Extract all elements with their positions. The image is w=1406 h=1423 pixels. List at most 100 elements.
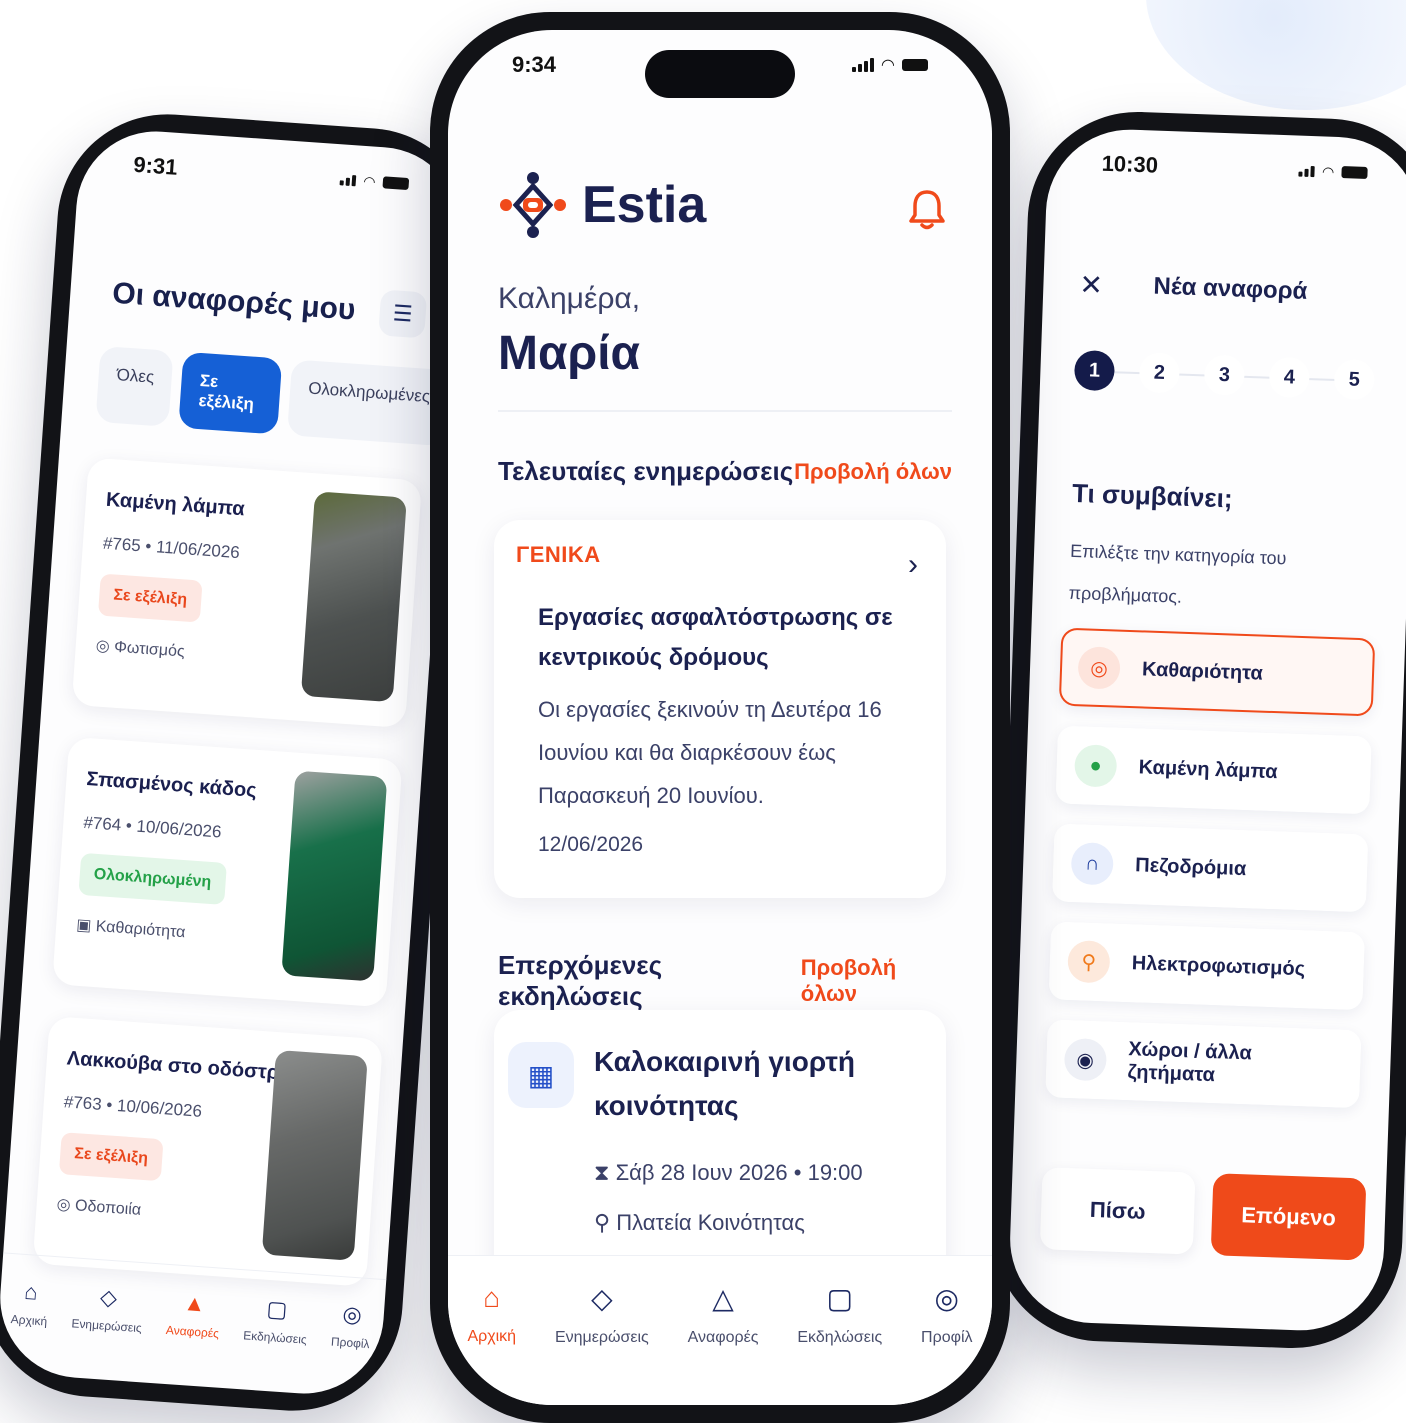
stepper: 1 2 3 4 5 — [1073, 349, 1375, 401]
nav-events[interactable]: ▢ Εκδηλώσεις — [243, 1294, 310, 1347]
wizard-buttons: Πίσω Επόμενο — [1039, 1167, 1367, 1261]
option-lighting[interactable]: ⚲ Ηλεκτροφωτισμός — [1048, 921, 1366, 1011]
nav-profile[interactable]: ◎ Προφίλ — [921, 1282, 972, 1347]
target-icon: ◎ — [1077, 646, 1121, 690]
news-date: 12/06/2026 — [538, 833, 644, 856]
divider — [498, 410, 952, 412]
event-place: ⚲ Πλατεία Κοινότητας — [594, 1210, 805, 1235]
status-time: 9:31 — [132, 151, 179, 180]
bell-icon[interactable] — [908, 188, 946, 239]
step-1: 1 — [1073, 349, 1116, 392]
event-title: Καλοκαιρινή γιορτή κοινότητας — [594, 1046, 855, 1121]
phone-new-report: 10:30 ◠ Νέα αναφορά ✕ 1 2 3 4 5 Τι συμβα… — [988, 108, 1406, 1352]
events-view-all-link[interactable]: Προβολή όλων — [801, 955, 952, 1007]
back-button[interactable]: Πίσω — [1039, 1167, 1196, 1255]
bulb-icon: ● — [1073, 744, 1118, 788]
status-badge: Σε εξέλιξη — [58, 1132, 164, 1182]
menu-icon[interactable]: ☰ — [378, 289, 428, 339]
wifi-icon: ◠ — [1322, 162, 1334, 180]
category-options: ◎ Καθαριότητα ● Καμένη λάμπα ∩ Πεζοδρόμι… — [1045, 627, 1376, 1109]
option-other[interactable]: ◉ Χώροι / άλλα ζητήματα — [1045, 1019, 1362, 1109]
filter-completed[interactable]: Ολοκληρωμένες — [287, 359, 450, 447]
event-time: ⧗ Σάβ 28 Ιουν 2026 • 19:00 — [594, 1160, 863, 1185]
report-card[interactable]: Σπασμένος κάδος #764 • 10/06/2026 Ολοκλη… — [52, 736, 403, 1008]
news-category: ΓΕΝΙΚΑ — [516, 542, 601, 567]
wifi-icon: ◠ — [363, 172, 376, 190]
status-badge: Ολοκληρωμένη — [78, 852, 227, 905]
sidewalk-icon: ∩ — [1070, 842, 1114, 886]
calendar-icon: ▦ — [508, 1042, 574, 1108]
updates-view-all-link[interactable]: Προβολή όλων — [794, 459, 952, 485]
report-photo — [300, 491, 407, 703]
next-button[interactable]: Επόμενο — [1210, 1173, 1367, 1261]
report-photo — [261, 1049, 368, 1261]
filter-in-progress[interactable]: Σε εξέλιξη — [178, 351, 283, 435]
nav-home[interactable]: ⌂ Αρχική — [467, 1282, 516, 1346]
background-decoration — [1146, 0, 1406, 110]
nav-profile[interactable]: ◎ Προφίλ — [331, 1301, 373, 1351]
option-sidewalks[interactable]: ∩ Πεζοδρόμια — [1051, 823, 1369, 913]
bottom-nav: ⌂ Αρχική ◇ Ενημερώσεις △ Αναφορές ▢ Εκδηλώσε… — [448, 1255, 992, 1405]
status-bar: 10:30 ◠ — [1047, 127, 1406, 210]
nav-home[interactable]: ⌂ Αρχική — [10, 1278, 50, 1329]
bottom-nav: ⌂ Αρχική ◇ Ενημερώσεις ▲ Αναφορές ▢ Εκδηλώσε… — [0, 1252, 387, 1399]
location-icon: ◎ — [95, 637, 115, 656]
question-heading: Τι συμβαίνει; — [1071, 477, 1234, 514]
trash-icon: ▣ — [75, 916, 97, 936]
question-subtitle: Επιλέξτε την κατηγορία του προβλήματος. — [1068, 540, 1287, 607]
signal-icon — [1298, 165, 1315, 177]
nav-updates[interactable]: ◇ Ενημερώσεις — [555, 1282, 649, 1347]
report-card[interactable]: Λακκούβα στο οδόστρωμα #763 • 10/06/2026… — [32, 1016, 384, 1287]
alert-icon: ▲ — [182, 1290, 207, 1317]
events-title: Επερχόμενες εκδηλώσεις — [498, 950, 663, 1011]
brand-header: Estia — [498, 170, 706, 240]
step-2: 2 — [1138, 352, 1181, 394]
report-photo — [281, 770, 388, 982]
megaphone-icon: ◇ — [591, 1283, 613, 1314]
signal-icon — [851, 58, 874, 72]
close-icon[interactable]: ✕ — [1079, 268, 1104, 302]
option-burnt-lamp[interactable]: ● Καμένη λάμπα — [1055, 725, 1372, 815]
filter-all[interactable]: Όλες — [95, 345, 174, 427]
step-3: 3 — [1203, 354, 1246, 396]
news-card[interactable]: ΓΕΝΙΚΑ › Εργασίες ασφαλτόστρωσης σε κεντ… — [494, 520, 946, 898]
signal-icon — [339, 174, 357, 186]
pin-icon: ⚲ — [1067, 940, 1111, 984]
updates-title: Τελευταίες ενημερώσεις — [498, 456, 794, 486]
battery-icon — [902, 59, 928, 71]
dynamic-island — [645, 50, 795, 98]
greeting: Καλημέρα, — [498, 282, 641, 315]
alert-icon: △ — [712, 1283, 734, 1314]
events-header: Επερχόμενες εκδηλώσεις Προβολή όλων — [498, 950, 952, 1012]
estia-logo-icon — [500, 172, 566, 238]
screen-new-report: 10:30 ◠ Νέα αναφορά ✕ 1 2 3 4 5 Τι συμβα… — [1007, 126, 1406, 1334]
chevron-right-icon: › — [908, 548, 918, 581]
location-icon: ◎ — [56, 1196, 76, 1215]
home-icon: ⌂ — [23, 1278, 39, 1305]
screen-my-reports: 9:31 ◠ Οι αναφορές μου ☰ Όλες Σε εξέλιξη… — [0, 126, 466, 1399]
status-time: 10:30 — [1101, 150, 1159, 178]
news-body: Οι εργασίες ξεκινούν τη Δευτέρα 16 Ιουνί… — [538, 697, 882, 808]
phone-my-reports: 9:31 ◠ Οι αναφορές μου ☰ Όλες Σε εξέλιξη… — [0, 106, 485, 1419]
nav-reports[interactable]: ▲ Αναφορές — [165, 1289, 221, 1340]
nav-reports[interactable]: △ Αναφορές — [688, 1282, 759, 1347]
battery-icon — [382, 176, 410, 191]
filter-chips: Όλες Σε εξέλιξη Ολοκληρωμένες — [95, 345, 450, 447]
step-4: 4 — [1268, 356, 1311, 399]
megaphone-icon: ◇ — [99, 1284, 118, 1311]
status-time: 9:34 — [512, 52, 557, 77]
updates-header: Τελευταίες ενημερώσεις Προβολή όλων — [498, 456, 952, 487]
nav-updates[interactable]: ◇ Ενημερώσεις — [71, 1282, 145, 1335]
status-bar: 9:31 ◠ — [77, 126, 465, 223]
clock-icon: ⧗ — [594, 1160, 616, 1185]
report-card[interactable]: Καμένη λάμπα #765 • 11/06/2026 Σε εξέλιξ… — [71, 457, 423, 729]
screen-home: 9:34 ◠ Estia Καλημέρα, Μαρία Τελευταίες … — [448, 30, 992, 1405]
wifi-icon: ◠ — [881, 57, 894, 74]
page-title: Οι αναφορές μου — [111, 276, 357, 327]
calendar-icon: ▢ — [826, 1283, 853, 1314]
nav-events[interactable]: ▢ Εκδηλώσεις — [797, 1282, 882, 1347]
option-cleanliness[interactable]: ◎ Καθαριότητα — [1058, 627, 1376, 717]
user-name: Μαρία — [498, 327, 641, 380]
profile-icon: ◎ — [934, 1283, 959, 1314]
calendar-icon: ▢ — [265, 1295, 289, 1323]
